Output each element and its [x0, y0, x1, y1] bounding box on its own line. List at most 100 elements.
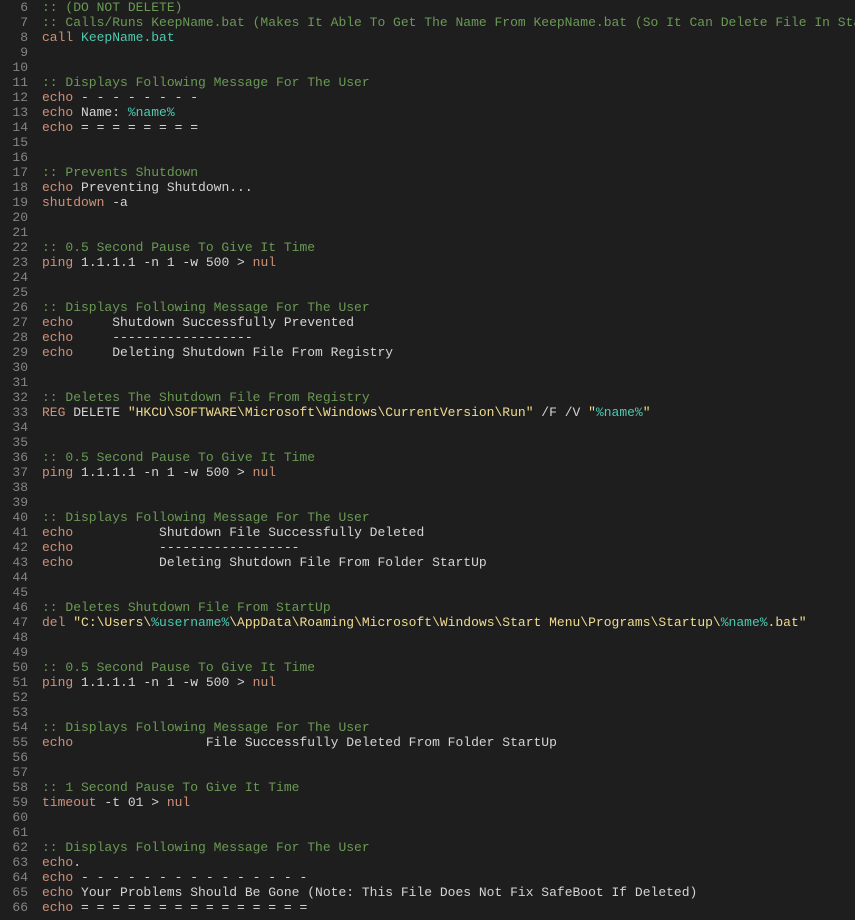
- token-comment: :: (DO NOT DELETE): [42, 0, 182, 15]
- code-line[interactable]: [42, 570, 855, 585]
- token-cmd: echo: [42, 735, 73, 750]
- code-line[interactable]: [42, 480, 855, 495]
- token-string: ": [643, 405, 651, 420]
- line-number: 59: [6, 795, 28, 810]
- code-line[interactable]: timeout -t 01 > nul: [42, 795, 855, 810]
- token-cmd: ping: [42, 465, 73, 480]
- token-comment: :: 1 Second Pause To Give It Time: [42, 780, 299, 795]
- code-line[interactable]: :: Prevents Shutdown: [42, 165, 855, 180]
- code-line[interactable]: echo Deleting Shutdown File From Folder …: [42, 555, 855, 570]
- code-line[interactable]: ping 1.1.1.1 -n 1 -w 500 > nul: [42, 675, 855, 690]
- code-line[interactable]: :: 1 Second Pause To Give It Time: [42, 780, 855, 795]
- token-plain: Name:: [73, 105, 128, 120]
- code-line[interactable]: [42, 285, 855, 300]
- code-line[interactable]: [42, 585, 855, 600]
- token-comment: :: Deletes Shutdown File From StartUp: [42, 600, 331, 615]
- code-line[interactable]: [42, 705, 855, 720]
- token-cmd: timeout: [42, 795, 97, 810]
- code-editor[interactable]: 6789101112131415161718192021222324252627…: [0, 0, 855, 920]
- code-line[interactable]: del "C:\Users\%username%\AppData\Roaming…: [42, 615, 855, 630]
- code-line[interactable]: :: Displays Following Message For The Us…: [42, 840, 855, 855]
- code-line[interactable]: [42, 45, 855, 60]
- code-line[interactable]: ping 1.1.1.1 -n 1 -w 500 > nul: [42, 255, 855, 270]
- line-number: 44: [6, 570, 28, 585]
- code-line[interactable]: [42, 810, 855, 825]
- code-line[interactable]: shutdown -a: [42, 195, 855, 210]
- code-line[interactable]: [42, 60, 855, 75]
- code-line[interactable]: echo - - - - - - - -: [42, 90, 855, 105]
- line-number: 42: [6, 540, 28, 555]
- token-op: >: [237, 675, 253, 690]
- code-line[interactable]: REG DELETE "HKCU\SOFTWARE\Microsoft\Wind…: [42, 405, 855, 420]
- code-line[interactable]: :: Displays Following Message For The Us…: [42, 510, 855, 525]
- code-line[interactable]: [42, 210, 855, 225]
- code-line[interactable]: echo Preventing Shutdown...: [42, 180, 855, 195]
- code-line[interactable]: echo ------------------: [42, 540, 855, 555]
- token-plain: .: [73, 855, 81, 870]
- code-line[interactable]: echo File Successfully Deleted From Fold…: [42, 735, 855, 750]
- token-string: ": [588, 405, 596, 420]
- line-number: 62: [6, 840, 28, 855]
- code-area[interactable]: :: (DO NOT DELETE):: Calls/Runs KeepName…: [38, 0, 855, 920]
- line-number: 25: [6, 285, 28, 300]
- code-line[interactable]: :: Displays Following Message For The Us…: [42, 720, 855, 735]
- token-plain: Shutdown File Successfully Deleted: [73, 525, 424, 540]
- code-line[interactable]: [42, 630, 855, 645]
- code-line[interactable]: [42, 420, 855, 435]
- code-line[interactable]: :: Calls/Runs KeepName.bat (Makes It Abl…: [42, 15, 855, 30]
- token-comment: :: Displays Following Message For The Us…: [42, 840, 370, 855]
- code-line[interactable]: [42, 375, 855, 390]
- code-line[interactable]: echo = = = = = = = =: [42, 120, 855, 135]
- code-line[interactable]: :: Displays Following Message For The Us…: [42, 75, 855, 90]
- code-line[interactable]: echo Deleting Shutdown File From Registr…: [42, 345, 855, 360]
- line-number: 46: [6, 600, 28, 615]
- token-plain: [73, 30, 81, 45]
- code-line[interactable]: [42, 150, 855, 165]
- code-line[interactable]: [42, 135, 855, 150]
- code-line[interactable]: :: 0.5 Second Pause To Give It Time: [42, 450, 855, 465]
- code-line[interactable]: [42, 270, 855, 285]
- token-op: >: [151, 795, 167, 810]
- code-line[interactable]: [42, 765, 855, 780]
- token-string: \AppData\Roaming\Microsoft\Windows\Start…: [229, 615, 720, 630]
- token-cmd: echo: [42, 90, 73, 105]
- code-line[interactable]: echo - - - - - - - - - - - - - - -: [42, 870, 855, 885]
- line-number: 13: [6, 105, 28, 120]
- code-line[interactable]: echo Shutdown File Successfully Deleted: [42, 525, 855, 540]
- code-line[interactable]: [42, 435, 855, 450]
- code-line[interactable]: echo Your Problems Should Be Gone (Note:…: [42, 885, 855, 900]
- code-line[interactable]: [42, 495, 855, 510]
- token-string: "C:\Users\: [73, 615, 151, 630]
- code-line[interactable]: ping 1.1.1.1 -n 1 -w 500 > nul: [42, 465, 855, 480]
- code-line[interactable]: :: Deletes The Shutdown File From Regist…: [42, 390, 855, 405]
- line-number: 9: [6, 45, 28, 60]
- line-number: 29: [6, 345, 28, 360]
- line-number: 11: [6, 75, 28, 90]
- code-line[interactable]: echo = = = = = = = = = = = = = = =: [42, 900, 855, 915]
- code-line[interactable]: :: Displays Following Message For The Us…: [42, 300, 855, 315]
- line-number: 23: [6, 255, 28, 270]
- token-comment: :: Displays Following Message For The Us…: [42, 720, 370, 735]
- token-cmd: echo: [42, 330, 73, 345]
- token-cmd: del: [42, 615, 65, 630]
- line-number: 60: [6, 810, 28, 825]
- code-line[interactable]: echo Shutdown Successfully Prevented: [42, 315, 855, 330]
- code-line[interactable]: [42, 360, 855, 375]
- token-var: %name%: [128, 105, 175, 120]
- code-line[interactable]: [42, 690, 855, 705]
- code-line[interactable]: [42, 225, 855, 240]
- token-cmd: echo: [42, 540, 73, 555]
- code-line[interactable]: echo.: [42, 855, 855, 870]
- code-line[interactable]: :: Deletes Shutdown File From StartUp: [42, 600, 855, 615]
- code-line[interactable]: :: 0.5 Second Pause To Give It Time: [42, 240, 855, 255]
- code-line[interactable]: echo ------------------: [42, 330, 855, 345]
- line-number: 52: [6, 690, 28, 705]
- code-line[interactable]: [42, 645, 855, 660]
- code-line[interactable]: echo Name: %name%: [42, 105, 855, 120]
- code-line[interactable]: [42, 825, 855, 840]
- code-line[interactable]: call KeepName.bat: [42, 30, 855, 45]
- code-line[interactable]: :: (DO NOT DELETE): [42, 0, 855, 15]
- code-line[interactable]: :: 0.5 Second Pause To Give It Time: [42, 660, 855, 675]
- code-line[interactable]: [42, 750, 855, 765]
- line-number: 50: [6, 660, 28, 675]
